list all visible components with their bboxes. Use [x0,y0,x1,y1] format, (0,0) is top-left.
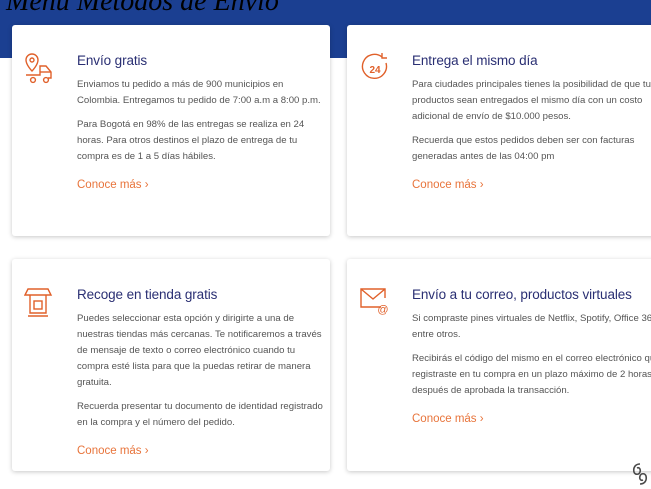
clock-24-icon: 24 [359,51,391,85]
conoce-mas-link[interactable]: Conoce más › [77,179,149,191]
mail-at-icon: @ [359,285,391,319]
card-title: Recoge en tienda gratis [77,287,218,302]
card-entrega-mismo-dia: 24 Entrega el mismo día Para ciudades pr… [347,25,651,236]
card-paragraph: Para Bogotá en 98% de las entregas se re… [77,119,305,162]
card-paragraph: Para ciudades principales tienes la posi… [412,79,651,122]
svg-text:24: 24 [369,65,381,76]
card-title: Entrega el mismo día [412,53,538,68]
conoce-mas-link[interactable]: Conoce más › [77,445,149,457]
card-paragraph: Enviamos tu pedido a más de 900 municipi… [77,79,321,106]
card-paragraph: Puedes seleccionar esta opción y dirigir… [77,313,322,388]
svg-text:@: @ [377,304,388,316]
card-paragraph: Recuerda presentar tu documento de ident… [77,401,323,428]
conoce-mas-link[interactable]: Conoce más › [412,179,484,191]
delivery-truck-pin-icon [24,51,56,85]
card-envio-gratis: Envío gratis Enviamos tu pedido a más de… [12,25,330,236]
page-title: Menú Métodos de Envío [6,0,279,17]
card-envio-correo: @ Envío a tu correo, productos virtuales… [347,259,651,471]
card-paragraph: Recuerda que estos pedidos deben ser con… [412,135,635,162]
card-title: Envío gratis [77,53,148,68]
conoce-mas-link[interactable]: Conoce más › [412,413,484,425]
card-recoge-en-tienda: Recoge en tienda gratis Puedes seleccion… [12,259,330,471]
card-paragraph: Si compraste pines virtuales de Netflix,… [412,313,651,340]
card-paragraph: Recibirás el código del mismo en el corr… [412,353,651,396]
card-title: Envío a tu correo, productos virtuales [412,287,632,302]
chat-assistant-icon[interactable] [629,461,651,487]
store-icon [24,285,56,319]
